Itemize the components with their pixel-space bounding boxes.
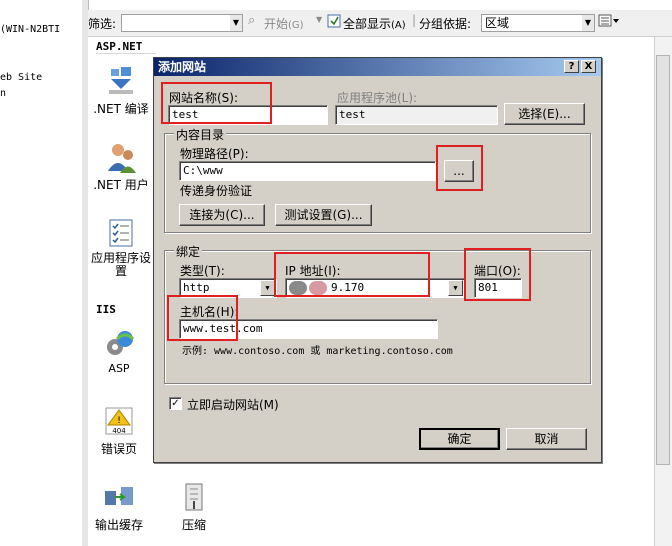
checklist-icon xyxy=(105,217,137,249)
group-by-label: 分组依据: xyxy=(419,17,472,31)
ip-address-label: IP 地址(I): xyxy=(285,264,341,278)
feature-net-compile[interactable]: .NET 编译 xyxy=(88,65,154,117)
view-mode-icon[interactable] xyxy=(598,14,620,31)
host-name-label: 主机名(H): xyxy=(180,305,239,319)
group-by-value: 区域 xyxy=(485,16,510,30)
add-website-dialog: 添加网站 ? X 网站名称(S): test 应用程序池(L): test 选择… xyxy=(153,57,602,463)
feature-compression[interactable]: 压缩 xyxy=(166,481,222,533)
section-divider xyxy=(96,53,156,54)
physical-path-input[interactable]: C:\www xyxy=(179,161,436,181)
help-button[interactable]: ? xyxy=(564,60,579,73)
feature-label: .NET 用户 xyxy=(93,178,149,192)
type-label: 类型(T): xyxy=(180,264,225,278)
tree-node-website[interactable]: eb Site xyxy=(0,72,42,83)
chevron-down-icon[interactable]: ▼ xyxy=(260,280,275,296)
filter-input[interactable]: ▼ xyxy=(121,14,243,32)
close-button[interactable]: X xyxy=(581,60,596,73)
aspnet-section-header: ASP.NET xyxy=(96,40,143,53)
pass-through-auth-label: 传递身份验证 xyxy=(180,184,253,198)
feature-app-settings[interactable]: 应用程序设置 xyxy=(88,217,154,278)
feature-label: 应用程序设置 xyxy=(90,251,151,278)
svg-text:!: ! xyxy=(117,416,121,426)
checkmark-icon: ✓ xyxy=(171,398,180,409)
feature-net-users[interactable]: .NET 用户 xyxy=(88,141,154,193)
start-website-label[interactable]: 立即启动网站(M) xyxy=(187,396,279,413)
connections-tree-pane: (WIN-N2BTI eb Site n xyxy=(0,0,83,546)
feature-label: ASP xyxy=(108,362,130,375)
feature-label: 压缩 xyxy=(181,518,206,532)
scrollbar-thumb[interactable] xyxy=(656,55,670,465)
iis-section-header: IIS xyxy=(96,303,116,316)
chevron-down-icon[interactable]: ▼ xyxy=(448,280,463,296)
asp-gear-icon xyxy=(103,327,135,359)
chevron-down-icon[interactable]: ▼ xyxy=(316,15,322,24)
redacted-mark xyxy=(289,281,307,295)
output-cache-icon xyxy=(103,481,135,513)
chevron-down-icon[interactable]: ▼ xyxy=(230,15,242,31)
type-value: http xyxy=(183,281,210,294)
start-website-checkbox[interactable]: ✓ xyxy=(169,397,182,410)
ip-value: 9.170 xyxy=(331,281,365,294)
ok-button[interactable]: 确定 xyxy=(419,428,500,450)
toolbar-separator: | xyxy=(412,13,417,27)
warning-404-icon: ! 404 xyxy=(103,405,135,437)
ip-address-select[interactable]: 9.170 ▼ xyxy=(285,278,465,298)
redacted-mark xyxy=(309,281,327,295)
chevron-down-icon[interactable]: ▼ xyxy=(582,15,594,31)
physical-path-label: 物理路径(P): xyxy=(180,147,249,161)
tree-node-server[interactable]: (WIN-N2BTI xyxy=(0,24,60,35)
dialog-title: 添加网站 xyxy=(158,60,207,74)
group-by-select[interactable]: 区域 ▼ xyxy=(481,14,595,32)
show-all-icon xyxy=(327,14,341,31)
port-input[interactable]: 801 xyxy=(474,278,522,298)
feature-label: 输出缓存 xyxy=(94,518,143,532)
binding-title: 绑定 xyxy=(174,243,203,260)
dialog-titlebar[interactable]: 添加网站 ? X xyxy=(154,58,601,76)
cancel-button[interactable]: 取消 xyxy=(506,428,587,450)
start-filter-button[interactable]: 开始(G) xyxy=(264,15,304,32)
test-settings-button[interactable]: 测试设置(G)... xyxy=(275,204,372,226)
feature-output-cache[interactable]: 输出缓存 xyxy=(88,481,150,533)
host-example-text: 示例: www.contoso.com 或 marketing.contoso.… xyxy=(182,346,453,357)
compression-icon xyxy=(178,481,210,513)
browse-button[interactable]: ... xyxy=(444,160,474,182)
select-app-pool-button[interactable]: 选择(E)... xyxy=(504,103,585,125)
filter-toolbar: 筛选: ▼ ⌕ 开始(G) ▼ 全部显示(A) | 分组依据: 区域 ▼ xyxy=(88,10,672,37)
app-pool-label: 应用程序池(L): xyxy=(337,91,418,105)
filter-label: 筛选: xyxy=(88,17,117,31)
users-icon xyxy=(105,141,137,173)
feature-label: 错误页 xyxy=(100,442,137,456)
feature-label: .NET 编译 xyxy=(93,102,149,116)
app-pool-input: test xyxy=(335,105,498,125)
connect-as-button[interactable]: 连接为(C)... xyxy=(179,204,265,226)
svg-text:404: 404 xyxy=(112,427,126,435)
close-icon: X xyxy=(584,61,593,72)
tree-node-item[interactable]: n xyxy=(0,88,6,99)
type-select[interactable]: http ▼ xyxy=(179,278,277,298)
compile-icon xyxy=(105,65,137,97)
port-label: 端口(O): xyxy=(474,264,521,278)
site-name-label: 网站名称(S): xyxy=(169,91,239,105)
feature-error-pages[interactable]: ! 404 错误页 xyxy=(88,405,150,457)
show-all-button[interactable]: 全部显示(A) xyxy=(343,15,406,32)
content-directory-title: 内容目录 xyxy=(174,126,227,143)
feature-asp[interactable]: ASP xyxy=(88,327,150,375)
site-name-input[interactable]: test xyxy=(168,105,328,125)
binoculars-icon[interactable]: ⌕ xyxy=(248,13,255,28)
host-name-input[interactable]: www.test.com xyxy=(179,319,438,339)
